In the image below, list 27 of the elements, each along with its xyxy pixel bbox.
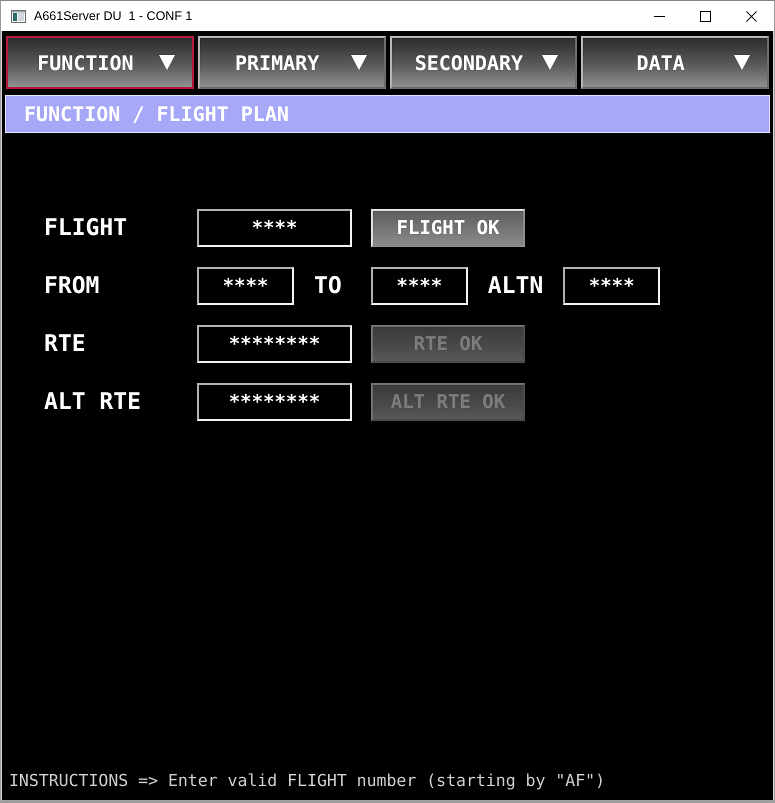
menu-button[interactable]: FUNCTION	[6, 36, 194, 89]
field-label: FROM	[44, 273, 100, 299]
field-label: RTE	[44, 331, 87, 357]
input-field[interactable]: ****	[197, 267, 294, 305]
field-label: ALT RTE	[44, 389, 142, 415]
caret-icon	[734, 55, 750, 70]
menu-button[interactable]: DATA	[581, 36, 769, 89]
page-title-bar: FUNCTION / FLIGHT PLAN	[5, 95, 770, 133]
confirm-button[interactable]: FLIGHT OK	[371, 209, 525, 247]
maximize-icon[interactable]	[700, 10, 710, 22]
field-label: ALTN	[488, 273, 544, 299]
input-field[interactable]: ****	[563, 267, 660, 305]
field-label: FLIGHT	[44, 215, 128, 241]
caret-icon	[158, 55, 175, 70]
input-field[interactable]: ****	[370, 267, 468, 305]
app-icon	[11, 10, 26, 22]
field-label: TO	[314, 273, 343, 299]
caret-icon	[542, 55, 558, 70]
menu-button[interactable]: SECONDARY	[390, 36, 578, 89]
input-field[interactable]: ****	[197, 209, 352, 247]
input-field[interactable]: ********	[197, 325, 352, 363]
window-title: A661Server DU 1 - CONF 1	[34, 9, 194, 23]
caret-icon	[350, 55, 366, 70]
instructions-text: INSTRUCTIONS => Enter valid FLIGHT number (starting by "AF")	[9, 771, 606, 790]
input-field[interactable]: ********	[197, 383, 352, 421]
close-icon[interactable]	[746, 10, 756, 22]
menu-button[interactable]: PRIMARY	[198, 36, 386, 89]
